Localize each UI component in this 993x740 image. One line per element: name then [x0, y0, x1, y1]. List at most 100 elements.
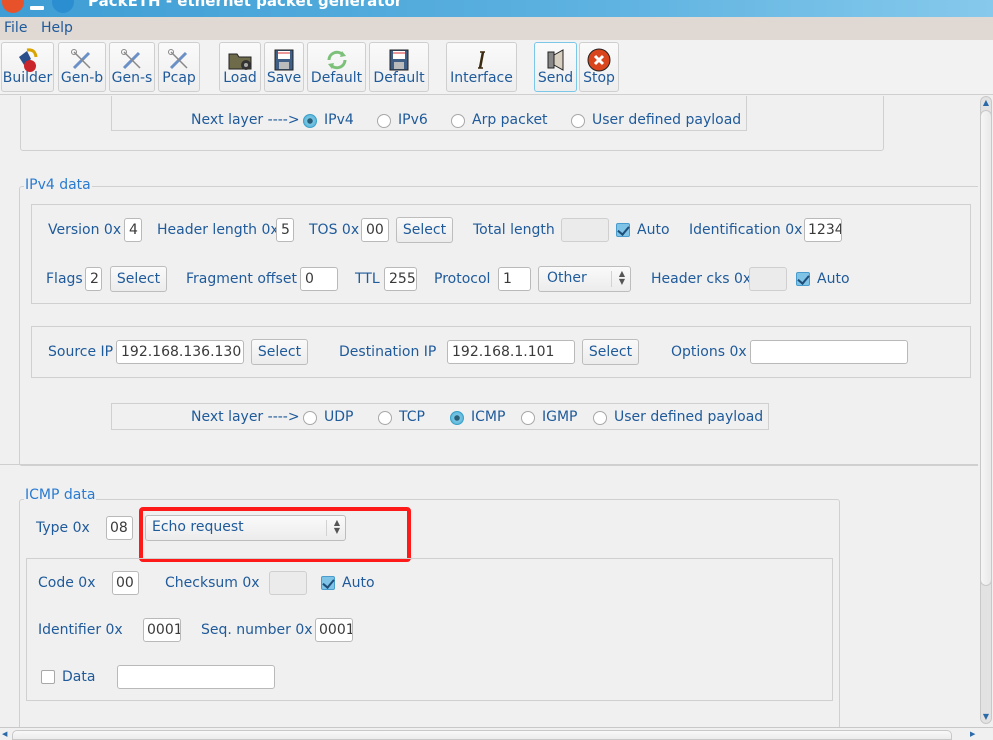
identification-input[interactable]: 1234 — [804, 218, 842, 242]
radio-igmp[interactable] — [521, 411, 535, 425]
horizontal-scrollbar[interactable]: ◀ ▶ — [0, 727, 993, 740]
radio-icmp[interactable] — [450, 411, 464, 425]
default-save-button[interactable]: Default — [369, 42, 429, 92]
window-title: PackETH - ethernet packet generator — [88, 0, 403, 10]
header-length-input[interactable]: 5 — [276, 218, 294, 242]
radio-user-payload-ip[interactable] — [593, 411, 607, 425]
ttl-label: TTL — [355, 271, 380, 287]
identifier-input[interactable]: 0001 — [143, 618, 181, 642]
interface-label: Interface — [450, 70, 513, 86]
save-button[interactable]: Save — [264, 42, 304, 92]
radio-arp[interactable] — [451, 114, 465, 128]
menu-file[interactable]: File — [4, 20, 27, 36]
version-input[interactable]: 4 — [124, 218, 142, 242]
scroll-down-arrow-icon[interactable]: ▼ — [980, 710, 992, 724]
builder-button[interactable]: Builder — [1, 42, 54, 92]
total-length-auto-checkbox[interactable] — [616, 223, 630, 237]
flags-select-button[interactable]: Select — [110, 266, 167, 292]
identification-label: Identification 0x — [689, 222, 803, 238]
radio-ipv4[interactable] — [303, 114, 317, 128]
code-input[interactable]: 00 — [112, 571, 139, 595]
maximize-window-button[interactable] — [52, 0, 74, 13]
source-ip-input[interactable]: 192.168.136.130 — [116, 340, 244, 364]
icmp-title: ICMP data — [24, 487, 97, 503]
toolbar: Builder Gen-b Gen-s Pcap Load Save Defau… — [0, 40, 993, 95]
protocol-combo-value: Other — [547, 270, 587, 286]
options-label: Options 0x — [671, 344, 747, 360]
radio-udp-label: UDP — [324, 409, 354, 425]
tos-select-button[interactable]: Select — [396, 217, 453, 243]
gen-b-label: Gen-b — [60, 70, 104, 86]
radio-tcp-label: TCP — [399, 409, 425, 425]
radio-udp[interactable] — [303, 411, 317, 425]
menu-help[interactable]: Help — [41, 20, 73, 36]
close-window-button[interactable] — [2, 0, 24, 13]
radio-user-payload-eth[interactable] — [571, 114, 585, 128]
ethernet-next-layer-label: Next layer ----> — [191, 112, 300, 128]
scroll-up-arrow-icon[interactable]: ▲ — [980, 96, 992, 110]
checksum-auto-label: Auto — [342, 575, 375, 591]
header-cks-auto-checkbox[interactable] — [796, 272, 810, 286]
gen-s-label: Gen-s — [111, 70, 153, 86]
pcap-button[interactable]: Pcap — [158, 42, 200, 92]
radio-arp-label: Arp packet — [472, 112, 548, 128]
scroll-left-arrow-icon[interactable]: ◀ — [2, 730, 10, 739]
scroll-right-arrow-icon[interactable]: ▶ — [970, 730, 978, 739]
flags-input[interactable]: 2 — [85, 267, 102, 291]
code-label: Code 0x — [38, 575, 96, 591]
source-ip-select-button[interactable]: Select — [251, 339, 308, 365]
header-cks-input[interactable] — [749, 267, 787, 291]
combo-separator — [611, 271, 612, 287]
menu-bar: File Help — [0, 17, 993, 40]
seq-number-input[interactable]: 0001 — [315, 618, 353, 642]
protocol-combo[interactable]: Other ▲ ▼ — [538, 266, 631, 292]
stop-label: Stop — [583, 70, 615, 86]
ipv4-title: IPv4 data — [24, 177, 92, 193]
default-save-label: Default — [373, 70, 425, 86]
content-area: Next layer ----> IPv4 IPv6 Arp packet Us… — [0, 96, 978, 727]
radio-icmp-label: ICMP — [471, 409, 506, 425]
pcap-label: Pcap — [162, 70, 196, 86]
options-input[interactable] — [750, 340, 908, 364]
tos-input[interactable]: 00 — [361, 218, 389, 242]
checksum-input[interactable] — [269, 571, 307, 595]
interface-button[interactable]: Interface — [446, 42, 517, 92]
vertical-scrollbar[interactable]: ▲ ▼ — [978, 96, 993, 727]
load-label: Load — [223, 70, 257, 86]
minimize-window-button[interactable] — [30, 6, 44, 10]
default-load-label: Default — [310, 70, 363, 86]
dest-ip-select-button[interactable]: Select — [582, 339, 639, 365]
protocol-input[interactable]: 1 — [498, 267, 531, 291]
send-label: Send — [537, 70, 574, 86]
radio-tcp[interactable] — [378, 411, 392, 425]
tos-label: TOS 0x — [309, 222, 360, 238]
protocol-label: Protocol — [434, 271, 491, 287]
radio-igmp-label: IGMP — [542, 409, 578, 425]
radio-ipv6[interactable] — [377, 114, 391, 128]
send-button[interactable]: Send — [534, 42, 577, 92]
identifier-label: Identifier 0x — [38, 622, 123, 638]
gen-s-button[interactable]: Gen-s — [109, 42, 155, 92]
gen-b-button[interactable]: Gen-b — [58, 42, 106, 92]
data-checkbox[interactable] — [41, 670, 55, 684]
radio-ipv6-label: IPv6 — [398, 112, 428, 128]
type-input[interactable]: 08 — [106, 516, 133, 540]
flags-label: Flags — [46, 271, 83, 287]
load-button[interactable]: Load — [219, 42, 261, 92]
source-ip-label: Source IP — [48, 344, 114, 360]
total-length-auto-label: Auto — [637, 222, 670, 238]
dest-ip-input[interactable]: 192.168.1.101 — [447, 340, 575, 364]
scroll-thumb[interactable] — [980, 110, 992, 586]
dest-ip-label: Destination IP — [339, 344, 437, 360]
checksum-auto-checkbox[interactable] — [321, 576, 335, 590]
stop-button[interactable]: Stop — [579, 42, 619, 92]
version-label: Version 0x — [48, 222, 122, 238]
radio-ipv4-label: IPv4 — [324, 112, 354, 128]
total-length-input[interactable] — [561, 218, 609, 242]
data-input[interactable] — [117, 665, 275, 689]
fragment-offset-input[interactable]: 0 — [300, 267, 338, 291]
ttl-input[interactable]: 255 — [384, 267, 417, 291]
seq-number-label: Seq. number 0x — [201, 622, 313, 638]
default-load-button[interactable]: Default — [307, 42, 366, 92]
radio-user-payload-eth-label: User defined payload — [592, 112, 742, 128]
